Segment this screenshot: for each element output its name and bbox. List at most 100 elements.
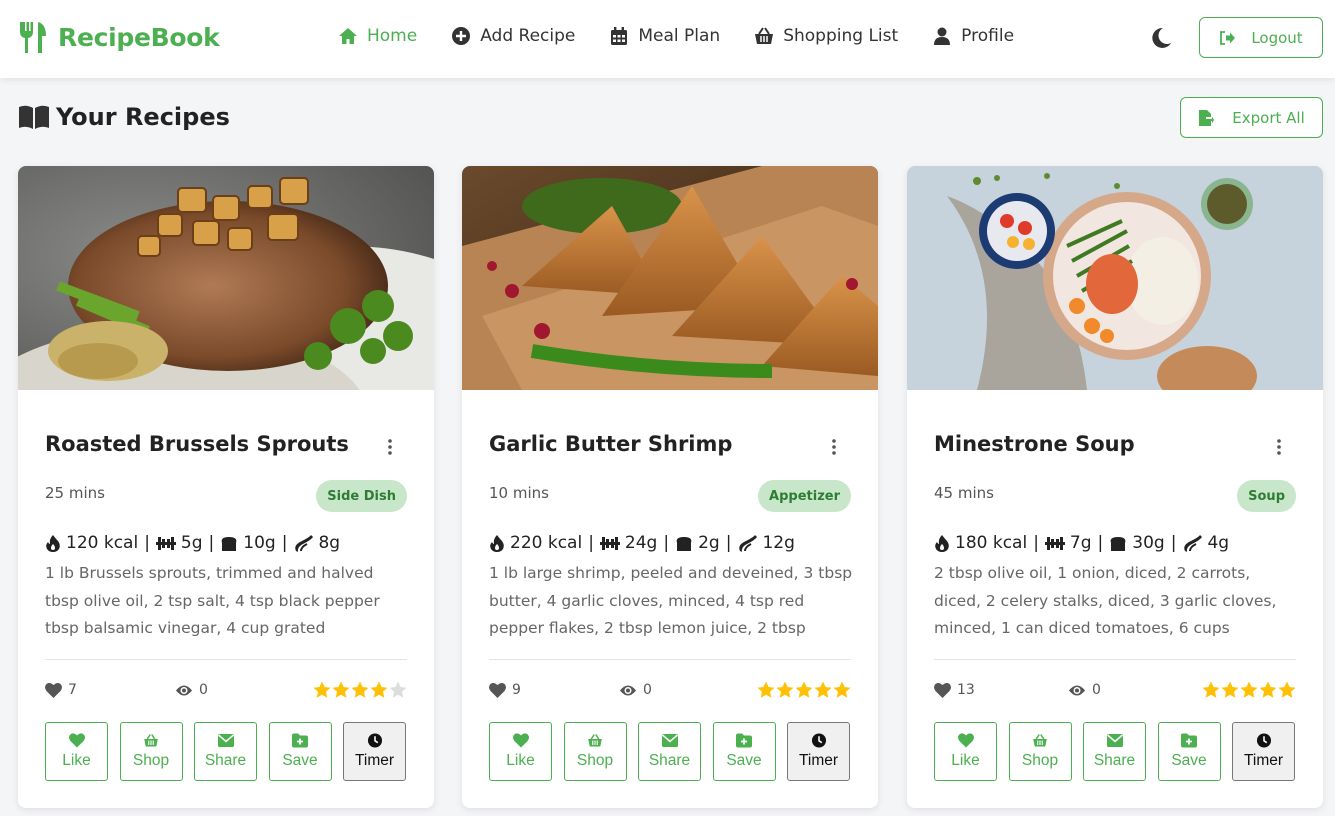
share-label: Share [204,752,247,769]
nav-item-profile[interactable]: Profile [932,26,1014,46]
star-icon[interactable] [1259,681,1277,699]
heart-icon [45,682,62,698]
star-icon[interactable] [1240,681,1258,699]
share-button[interactable]: Share [194,722,257,781]
like-label: Like [62,752,91,769]
eye-icon [620,685,636,695]
save-label: Save [726,752,762,769]
star-rating[interactable] [756,681,851,699]
save-label: Save [1171,752,1207,769]
star-icon[interactable] [332,681,350,699]
recipe-card[interactable]: Minestrone Soup 45 mins Soup 180 kcal | 7… [907,166,1323,808]
recipe-title[interactable]: Garlic Butter Shrimp [489,432,732,456]
nav-item-home[interactable]: Home [338,26,417,46]
brand[interactable]: RecipeBook [18,20,220,54]
open-book-icon [19,105,49,129]
timer-button[interactable]: Timer [343,722,406,781]
recipe-card[interactable]: Garlic Butter Shrimp 10 mins Appetizer 2… [462,166,878,808]
divider [489,659,851,660]
bread-icon [1110,536,1126,551]
bacon-icon [739,534,758,552]
like-button[interactable]: Like [45,722,108,781]
dumbbell-icon [599,536,620,550]
timer-button[interactable]: Timer [1232,722,1295,781]
shop-button[interactable]: Shop [1008,722,1072,781]
star-rating[interactable] [1201,681,1296,699]
prep-time: 25 mins [45,484,105,502]
timer-label: Timer [798,752,839,769]
star-icon[interactable] [814,681,832,699]
likes-count: 9 [489,682,521,698]
logout-button[interactable]: Logout [1199,17,1323,58]
views-value: 0 [1092,682,1101,698]
prep-time: 45 mins [934,484,994,502]
timer-label: Timer [354,752,395,769]
brand-name: RecipeBook [58,22,220,52]
user-icon [934,27,951,45]
nav-label-shopping-list: Shopping List [783,26,899,46]
more-options-icon[interactable] [830,438,838,456]
divider [45,659,407,660]
recipe-card[interactable]: Roasted Brussels Sprouts 25 mins Side Di… [18,166,434,808]
save-button[interactable]: Save [268,722,332,781]
star-icon[interactable] [1202,681,1220,699]
carbs: 30g [1132,533,1165,553]
star-icon[interactable] [313,681,331,699]
fire-icon [490,534,504,552]
basket-icon [755,27,774,44]
more-options-icon[interactable] [386,438,394,456]
recipe-image [907,166,1323,390]
divider [934,659,1296,660]
category-badge: Appetizer [758,480,851,512]
star-icon[interactable] [370,681,388,699]
save-button[interactable]: Save [712,722,776,781]
nav-label-add-recipe: Add Recipe [480,26,576,46]
star-icon[interactable] [833,681,851,699]
save-button[interactable]: Save [1157,722,1221,781]
share-button[interactable]: Share [1083,722,1146,781]
basket-icon [144,734,158,747]
ingredients-text: 1 lb Brussels sprouts, trimmed and halve… [45,564,380,637]
calories: 120 kcal [66,533,139,553]
nav-item-shopping-list[interactable]: Shopping List [754,26,898,46]
star-rating[interactable] [312,681,407,699]
star-icon[interactable] [1221,681,1239,699]
more-options-icon[interactable] [1275,438,1283,456]
star-icon[interactable] [757,681,775,699]
bread-icon [221,536,237,551]
timer-button[interactable]: Timer [787,722,850,781]
export-all-button[interactable]: Export All [1180,97,1323,138]
envelope-icon [661,734,678,747]
star-icon[interactable] [1278,681,1296,699]
like-button[interactable]: Like [489,722,552,781]
nutrition-info: 120 kcal | 5g | 10g | 8g [45,533,340,553]
navbar: RecipeBook Home Add Recipe Meal Plan Sho… [0,0,1335,78]
save-label: Save [282,752,318,769]
ingredients-text: 2 tbsp olive oil, 1 onion, diced, 2 carr… [934,564,1277,637]
dumbbell-icon [1044,536,1065,550]
recipe-title[interactable]: Minestrone Soup [934,432,1135,456]
page-title: Your Recipes [18,103,230,131]
moon-icon[interactable] [1148,26,1172,50]
fat: 8g [318,533,341,553]
like-button[interactable]: Like [934,722,997,781]
heart-icon [512,733,529,748]
recipe-title[interactable]: Roasted Brussels Sprouts [45,432,349,456]
heart-icon [934,682,951,698]
star-icon[interactable] [795,681,813,699]
star-icon[interactable] [776,681,794,699]
action-buttons: Like Shop Share Save Timer [489,722,850,781]
star-icon[interactable] [351,681,369,699]
carbs: 2g [698,533,720,553]
likes-count: 13 [934,682,975,698]
category-badge: Soup [1237,480,1296,512]
protein: 7g [1069,533,1092,553]
star-icon[interactable] [389,681,407,699]
shop-button[interactable]: Shop [119,722,183,781]
nav-item-meal-plan[interactable]: Meal Plan [609,26,720,46]
basket-icon [1033,734,1047,747]
shop-button[interactable]: Shop [563,722,627,781]
nav-item-add-recipe[interactable]: Add Recipe [451,26,575,46]
share-button[interactable]: Share [638,722,701,781]
views-count: 0 [619,682,652,698]
